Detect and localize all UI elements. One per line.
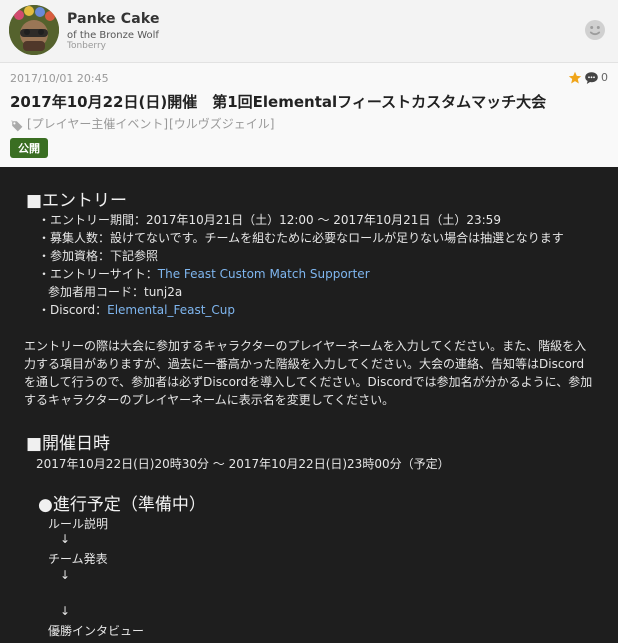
date-range: 2017年10月22日(日)20時30分 ～ 2017年10月22日(日)23時…: [36, 457, 450, 471]
down-arrow-icon: ↓: [60, 604, 71, 618]
tag-icon: [10, 118, 24, 132]
date-heading: ■開催日時: [26, 434, 111, 454]
down-arrow-icon: ↓: [60, 532, 71, 546]
entry-note-line: するキャラクターのプレイヤーネームに表示名を変更してください。: [24, 393, 395, 407]
author-title: of the Bronze Wolf: [67, 30, 159, 41]
discord-link[interactable]: Elemental_Feast_Cup: [107, 303, 235, 317]
status-badge: 公開: [10, 138, 48, 158]
discord: ・Discord：Elemental_Feast_Cup: [38, 301, 235, 318]
face-icon[interactable]: [584, 19, 606, 41]
author-name[interactable]: Panke Cake: [67, 11, 160, 27]
entry-site: ・エントリーサイト：The Feast Custom Match Support…: [38, 265, 370, 282]
author-header: Panke Cake of the Bronze Wolf Tonberry: [0, 0, 618, 63]
entry-note-line: エントリーの際は大会に参加するキャラクターのプレイヤーネームを入力してください。…: [24, 339, 587, 353]
recruit-count: ・募集人数：設けてないです。チームを組むために必要なロールが足りない場合は抽選と…: [38, 231, 564, 245]
star-icon[interactable]: [568, 70, 582, 84]
qualification: ・参加資格：下記参照: [38, 249, 159, 263]
like-count: 0: [601, 71, 608, 84]
schedule-heading: ●進行予定（準備中）: [38, 495, 206, 515]
schedule-item: チーム発表: [48, 552, 108, 566]
entry-heading: ■エントリー: [26, 191, 128, 211]
entry-note-line: 力する項目がありますが、過去に一番高かった階級を入力してください。大会の連絡、告…: [24, 357, 585, 371]
post-meta: 2017/10/01 20:45 0 2017年10月22日(日)開催 第1回E…: [0, 63, 618, 167]
entry-note-line: を通して行うので、参加者は必ずDiscordを導入してください。Discordで…: [24, 375, 593, 389]
avatar[interactable]: [9, 5, 59, 55]
post-datetime: 2017/10/01 20:45: [10, 72, 109, 85]
tag-item[interactable]: [プレイヤー主催イベント]: [27, 117, 168, 131]
comment-icon[interactable]: [584, 70, 599, 84]
entry-site-link[interactable]: The Feast Custom Match Supporter: [158, 267, 370, 281]
discord-label: ・Discord：: [38, 303, 108, 317]
entry-period: ・エントリー期間：2017年10月21日（土）12:00 ～ 2017年10月2…: [38, 213, 501, 227]
schedule-item: ルール説明: [48, 517, 109, 531]
entry-site-label: ・エントリーサイト：: [38, 267, 158, 281]
author-world: Tonberry: [67, 41, 106, 51]
schedule-item: 優勝インタビュー: [48, 624, 145, 638]
down-arrow-icon: ↓: [60, 568, 71, 582]
tag-list: [プレイヤー主催イベント][ウルヴズジェイル]: [27, 115, 274, 132]
participant-code: 参加者用コード：tunj2a: [48, 285, 183, 299]
tag-item[interactable]: [ウルヴズジェイル]: [169, 117, 274, 131]
post-body: ■エントリー ・エントリー期間：2017年10月21日（土）12:00 ～ 20…: [0, 168, 618, 643]
page-title: 2017年10月22日(日)開催 第1回Elementalフィーストカスタムマッ…: [10, 93, 547, 111]
